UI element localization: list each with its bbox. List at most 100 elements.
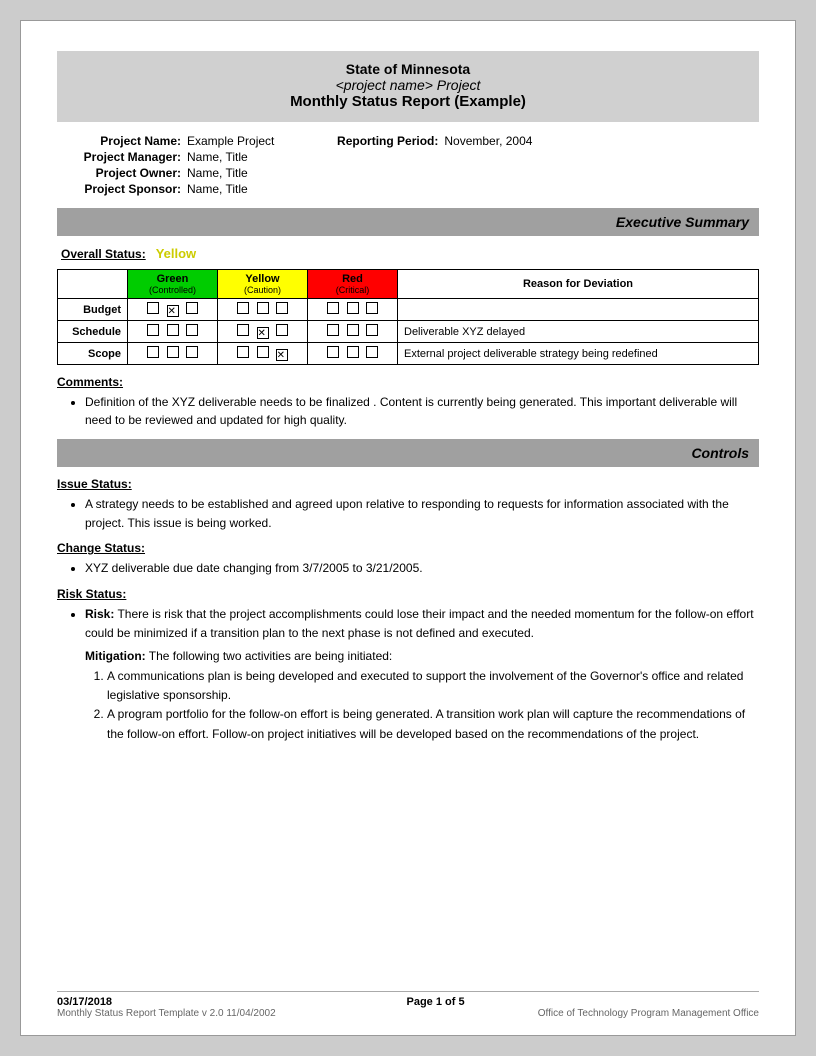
cb [257, 346, 269, 358]
cb [347, 324, 359, 336]
issue-status-label: Issue Status: [57, 477, 759, 491]
list-item: Definition of the XYZ deliverable needs … [85, 393, 759, 429]
list-item: Risk: There is risk that the project acc… [85, 605, 759, 643]
cb [276, 302, 288, 314]
change-status-list: XYZ deliverable due date changing from 3… [85, 559, 759, 578]
cb [347, 302, 359, 314]
cb [366, 346, 378, 358]
reason-header: Reason for Deviation [398, 270, 759, 299]
change-status-label: Change Status: [57, 541, 759, 555]
cb [237, 302, 249, 314]
cb [147, 324, 159, 336]
overall-status-value: Yellow [156, 246, 196, 261]
table-row: Budget [58, 299, 759, 321]
issue-status-section: Issue Status: A strategy needs to be est… [57, 477, 759, 533]
mitigation-intro: Mitigation: [85, 649, 146, 663]
project-owner-row: Project Owner: Name, Title [57, 166, 274, 180]
cb [327, 346, 339, 358]
project-info-left: Project Name: Example Project Project Ma… [57, 134, 274, 198]
comments-section: Comments: Definition of the XYZ delivera… [57, 375, 759, 429]
cb [167, 324, 179, 336]
cb [276, 324, 288, 336]
cb [327, 302, 339, 314]
reporting-period-value: November, 2004 [444, 134, 532, 148]
cb-checked [257, 327, 269, 339]
list-item: A strategy needs to be established and a… [85, 495, 759, 533]
scope-red-cells [308, 343, 398, 365]
scope-green-cells [128, 343, 218, 365]
table-row: Schedule Deliverable XYZ delayed [58, 321, 759, 343]
risk-text: There is risk that the project accomplis… [85, 607, 754, 640]
cb [147, 302, 159, 314]
list-item: A program portfolio for the follow-on ef… [107, 705, 759, 743]
change-status-section: Change Status: XYZ deliverable due date … [57, 541, 759, 578]
cb [366, 302, 378, 314]
footer-top: 03/17/2018 Page 1 of 5 [57, 996, 759, 1008]
footer-date: 03/17/2018 [57, 996, 112, 1008]
list-item: XYZ deliverable due date changing from 3… [85, 559, 759, 578]
header-line3: Monthly Status Report (Example) [73, 93, 743, 110]
list-item: A communications plan is being developed… [107, 667, 759, 705]
executive-summary-banner: Executive Summary [57, 208, 759, 236]
mitigation-list: A communications plan is being developed… [107, 667, 759, 744]
project-name-label: Project Name: [57, 134, 187, 148]
reporting-period-label: Reporting Period: [314, 134, 444, 148]
cb [347, 346, 359, 358]
scope-yellow-cells [218, 343, 308, 365]
project-sponsor-value: Name, Title [187, 182, 248, 196]
green-header: Green (Controlled) [128, 270, 218, 299]
schedule-red-cells [308, 321, 398, 343]
scope-reason: External project deliverable strategy be… [398, 343, 759, 365]
project-info-right: Reporting Period: November, 2004 [314, 134, 532, 198]
project-name-value: Example Project [187, 134, 274, 148]
budget-green-cells [128, 299, 218, 321]
cb [186, 346, 198, 358]
schedule-yellow-cells [218, 321, 308, 343]
overall-status-label: Overall Status: [61, 247, 146, 261]
mitigation-text: The following two activities are being i… [149, 649, 392, 663]
footer-template: Monthly Status Report Template v 2.0 11/… [57, 1008, 276, 1019]
risk-status-label: Risk Status: [57, 587, 759, 601]
page: State of Minnesota <project name> Projec… [20, 20, 796, 1036]
status-table: Green (Controlled) Yellow (Caution) Red … [57, 269, 759, 365]
project-sponsor-row: Project Sponsor: Name, Title [57, 182, 274, 196]
overall-status-row: Overall Status: Yellow [61, 246, 759, 261]
comments-list: Definition of the XYZ deliverable needs … [85, 393, 759, 429]
schedule-reason: Deliverable XYZ delayed [398, 321, 759, 343]
schedule-green-cells [128, 321, 218, 343]
footer-page: Page 1 of 5 [406, 996, 464, 1008]
budget-yellow-cells [218, 299, 308, 321]
header-line2: <project name> Project [73, 77, 743, 93]
reporting-period-row: Reporting Period: November, 2004 [314, 134, 532, 148]
cb [327, 324, 339, 336]
header-block: State of Minnesota <project name> Projec… [57, 51, 759, 122]
comments-label: Comments: [57, 375, 759, 389]
project-manager-value: Name, Title [187, 150, 248, 164]
risk-intro: Risk: [85, 607, 114, 621]
project-owner-label: Project Owner: [57, 166, 187, 180]
budget-reason [398, 299, 759, 321]
yellow-header: Yellow (Caution) [218, 270, 308, 299]
budget-label: Budget [58, 299, 128, 321]
risk-status-list: Risk: There is risk that the project acc… [85, 605, 759, 643]
table-row: Scope External project deliverable stra [58, 343, 759, 365]
project-info: Project Name: Example Project Project Ma… [57, 134, 759, 198]
red-header: Red (Critical) [308, 270, 398, 299]
cb [186, 302, 198, 314]
footer: 03/17/2018 Page 1 of 5 Monthly Status Re… [57, 991, 759, 1019]
budget-red-cells [308, 299, 398, 321]
cb-checked [167, 305, 179, 317]
header-line1: State of Minnesota [73, 61, 743, 77]
project-manager-label: Project Manager: [57, 150, 187, 164]
cb-checked [276, 349, 288, 361]
project-owner-value: Name, Title [187, 166, 248, 180]
cb [237, 324, 249, 336]
cb [237, 346, 249, 358]
mitigation-para: Mitigation: The following two activities… [85, 649, 759, 663]
risk-status-section: Risk Status: Risk: There is risk that th… [57, 587, 759, 744]
footer-bottom: Monthly Status Report Template v 2.0 11/… [57, 1008, 759, 1019]
cb [147, 346, 159, 358]
controls-banner: Controls [57, 439, 759, 467]
issue-status-list: A strategy needs to be established and a… [85, 495, 759, 533]
project-manager-row: Project Manager: Name, Title [57, 150, 274, 164]
